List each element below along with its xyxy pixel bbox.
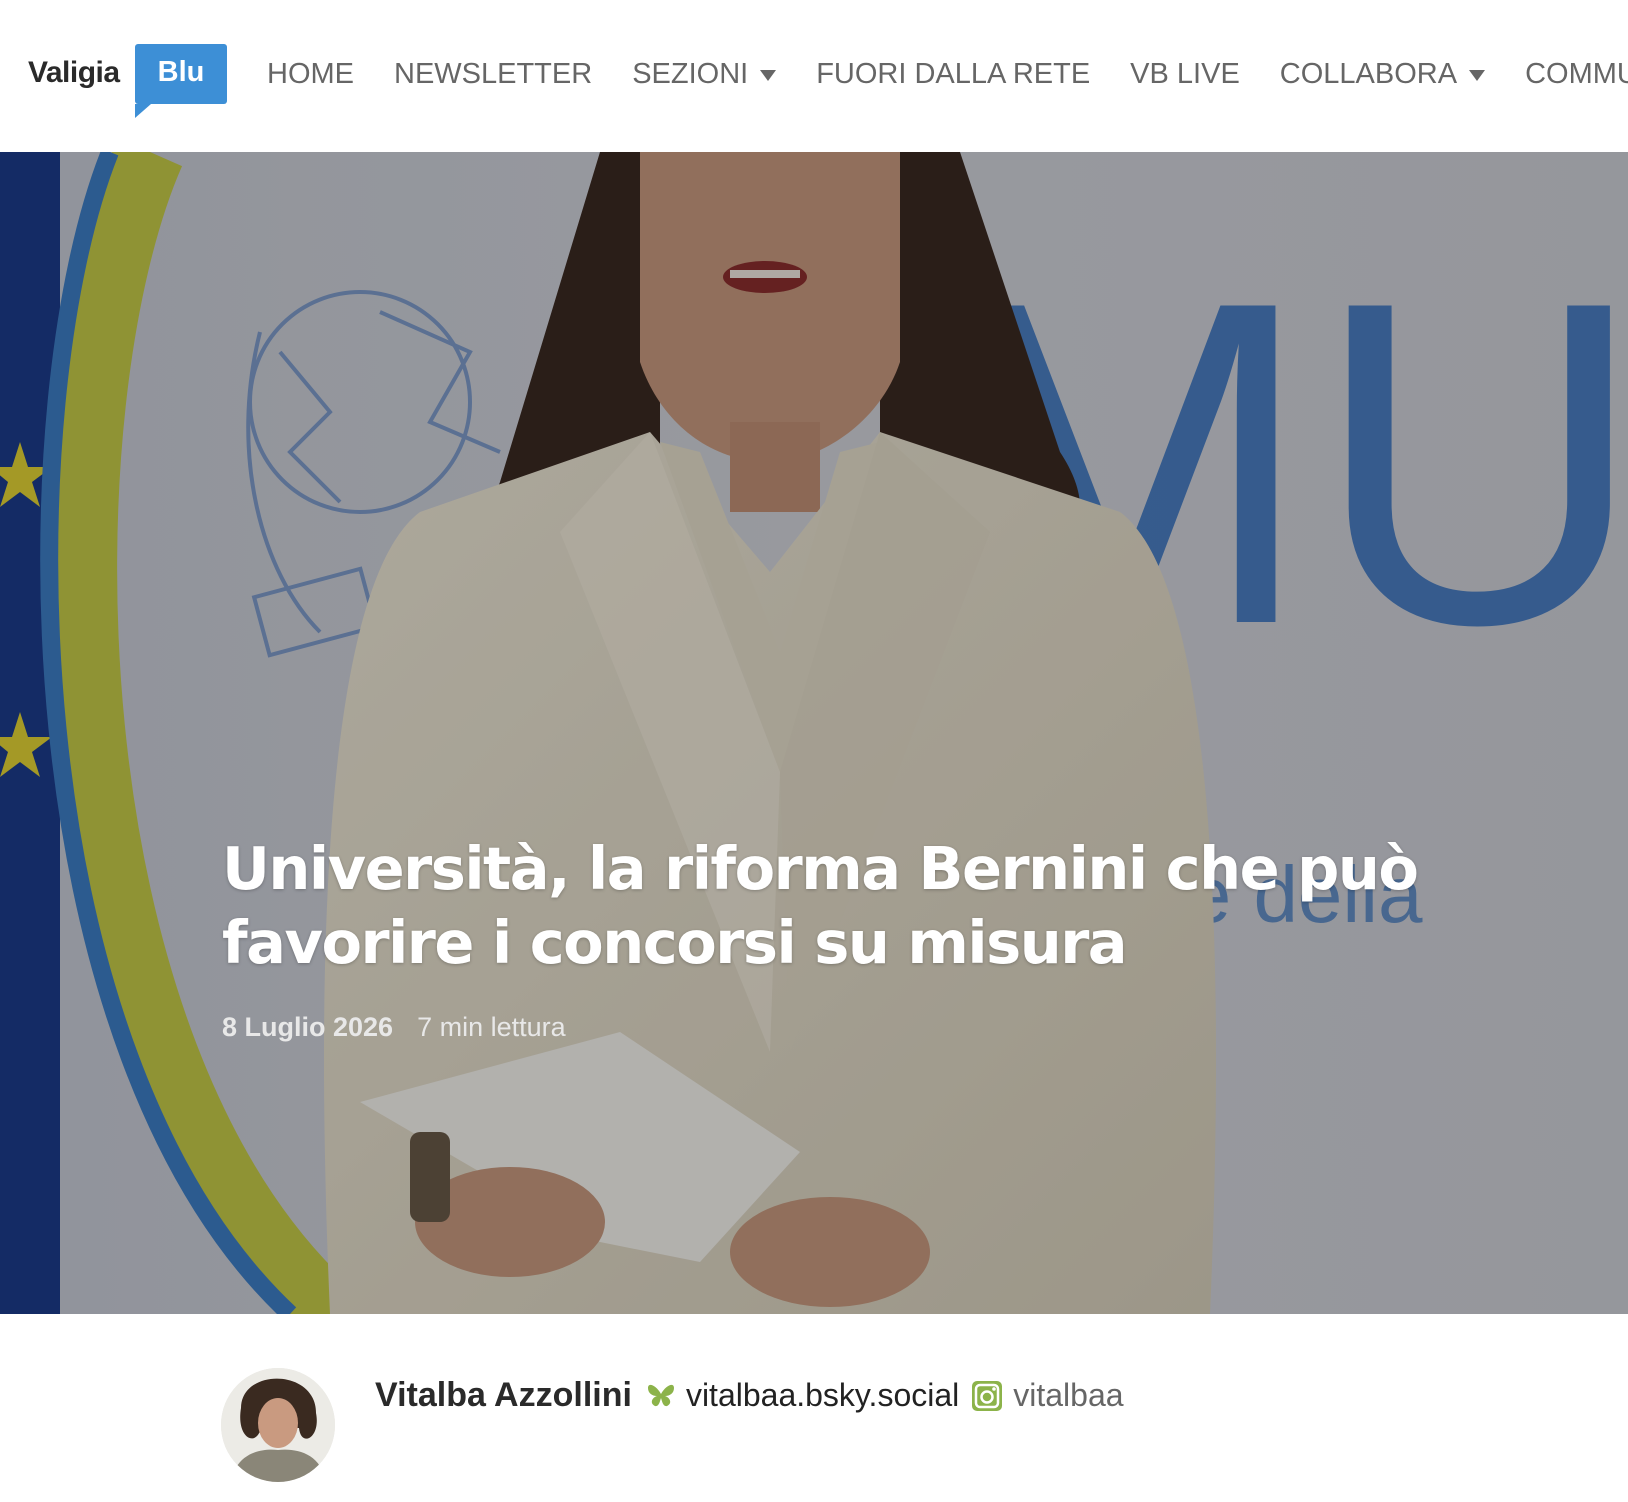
nav-item-newsletter[interactable]: NEWSLETTER <box>394 58 592 91</box>
nav-item-label: COLLABORA <box>1279 57 1458 90</box>
hero-section: MU ità e della Università, la riforma Be… <box>0 152 1628 1314</box>
read-time: 7 min lettura <box>417 1012 566 1042</box>
article-title[interactable]: Università, la riforma Bernini che può f… <box>222 832 1622 980</box>
nav-item-community[interactable]: COMMUNIT <box>1525 58 1628 91</box>
nav-item-label: SEZIONI <box>632 57 749 90</box>
nav-item-label: HOME <box>267 57 354 90</box>
nav-item-sezioni[interactable]: SEZIONI <box>632 57 777 91</box>
nav-item-fuori-dalla-rete[interactable]: FUORI DALLA RETE <box>816 58 1090 91</box>
article-meta: 8 Luglio 2026 7 min lettura <box>222 1012 566 1043</box>
avatar-image <box>221 1368 335 1482</box>
nav-item-label: VB LIVE <box>1130 57 1240 90</box>
logo-badge-text: Blu <box>157 56 205 88</box>
instagram-link[interactable]: vitalbaa <box>1013 1377 1123 1414</box>
main-nav: HOME NEWSLETTER SEZIONI FUORI DALLA RETE… <box>267 52 1628 96</box>
nav-item-label: FUORI DALLA RETE <box>816 57 1091 90</box>
nav-item-label: NEWSLETTER <box>394 57 593 90</box>
author-line: Vitalba Azzollini vitalbaa.bsky.social v… <box>375 1376 1136 1415</box>
site-header: Valigia Blu HOME NEWSLETTER SEZIONI FUOR… <box>0 0 1628 152</box>
hero-overlay <box>0 152 1628 1314</box>
logo-text: Valigia <box>28 56 120 89</box>
nav-item-vb-live[interactable]: VB LIVE <box>1130 58 1240 91</box>
nav-item-collabora[interactable]: COLLABORA <box>1279 57 1486 91</box>
logo-badge: Blu <box>135 44 227 118</box>
nav-item-label: COMMUNIT <box>1525 57 1628 90</box>
chevron-down-icon <box>1469 70 1486 81</box>
author-box: Vitalba Azzollini vitalbaa.bsky.social v… <box>221 1368 1601 1488</box>
author-avatar[interactable] <box>221 1368 335 1482</box>
instagram-icon <box>972 1380 1003 1411</box>
site-logo[interactable]: Valigia Blu <box>26 42 227 118</box>
article-date: 8 Luglio 2026 <box>222 1012 394 1042</box>
chevron-down-icon <box>760 70 777 81</box>
butterfly-icon <box>647 1384 674 1406</box>
nav-item-home[interactable]: HOME <box>267 58 354 91</box>
bluesky-link[interactable]: vitalbaa.bsky.social <box>686 1377 959 1414</box>
author-name[interactable]: Vitalba Azzollini <box>375 1376 632 1415</box>
